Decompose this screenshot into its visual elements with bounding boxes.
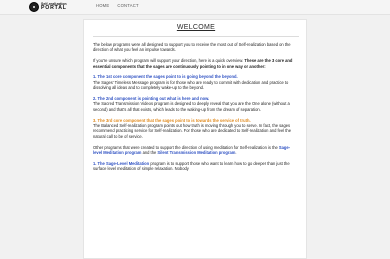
logo-line2: PORTAL (41, 5, 67, 12)
section-4: 1. The Sage-Level Meditation program is … (93, 161, 299, 172)
other-programs-end: . (235, 150, 237, 156)
section-3: 3. The 3rd core component that the sages… (93, 118, 299, 140)
main-nav: HOME CONTACT (96, 3, 139, 8)
section-2: 2. The 2nd component is pointing out wha… (93, 96, 299, 112)
other-programs-and: and the (141, 150, 158, 156)
overview-paragraph: If you're unsure which program will supp… (93, 58, 299, 69)
site-logo[interactable]: Self-realization PORTAL (29, 2, 67, 12)
intro-paragraph: The below programs were all designed to … (93, 42, 291, 53)
other-programs-paragraph: Other programs that were created to supp… (93, 145, 299, 156)
silent-transmission-link[interactable]: Silent Transmission Meditation program (157, 150, 235, 155)
other-programs-text: Other programs that were created to supp… (93, 144, 279, 150)
section-1: 1. The 1st core component the sages poin… (93, 74, 299, 90)
logo-text: Self-realization PORTAL (41, 2, 67, 12)
page-title: WELCOME (176, 24, 216, 31)
section-1-text: The Sages' Timeless Message program is f… (93, 79, 289, 91)
section-2-text: The Sacred Transmission Videos program i… (93, 101, 290, 112)
nav-contact-link[interactable]: CONTACT (117, 3, 138, 8)
section-3-text: The Balanced Self-realization program po… (93, 123, 291, 139)
title-divider (93, 36, 299, 37)
section-4-heading: 1. The Sage-Level Meditation (93, 160, 150, 166)
logo-icon (29, 2, 39, 12)
overview-text: If you're unsure which program will supp… (93, 58, 245, 64)
main-content: WELCOME The below programs were all desi… (93, 23, 299, 177)
nav-home-link[interactable]: HOME (96, 3, 109, 8)
top-navigation-bar: Self-realization PORTAL HOME CONTACT (0, 0, 390, 15)
